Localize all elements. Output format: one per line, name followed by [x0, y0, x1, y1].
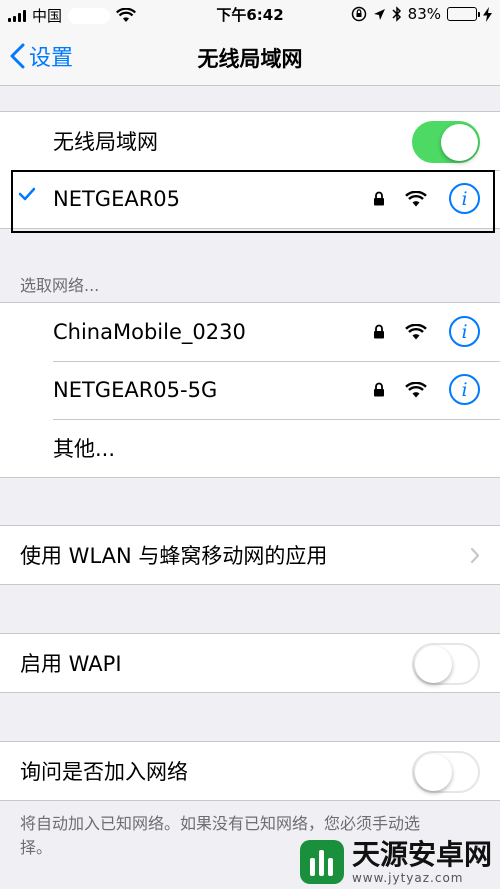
wifi-main-group: 无线局域网 NETGEAR05 i — [0, 111, 500, 229]
toggle-knob — [441, 124, 478, 161]
page-title: 无线局域网 — [197, 47, 303, 71]
available-networks-group: ChinaMobile_0230 i NETGEAR05-5G i 其他... — [0, 302, 500, 478]
network-row[interactable]: NETGEAR05-5G i — [0, 361, 500, 419]
wifi-toggle-switch[interactable] — [412, 121, 480, 163]
other-network-row[interactable]: 其他... — [0, 419, 500, 477]
info-button[interactable]: i — [449, 316, 480, 347]
toggle-knob — [415, 646, 452, 683]
network-icons: i — [373, 374, 480, 405]
wapi-label: 启用 WAPI — [20, 652, 122, 676]
charging-bolt-icon — [483, 6, 492, 22]
wifi-signal-icon — [405, 190, 427, 206]
info-button[interactable]: i — [449, 183, 480, 214]
watermark-url: www.jytyaz.com — [351, 871, 464, 885]
wifi-toggle-label: 无线局域网 — [53, 130, 158, 154]
wapi-row: 启用 WAPI — [0, 634, 500, 692]
ask-join-group: 询问是否加入网络 — [0, 741, 500, 801]
bluetooth-icon — [392, 6, 401, 22]
connected-network-row[interactable]: NETGEAR05 i — [0, 170, 500, 228]
wlan-apps-label: 使用 WLAN 与蜂窝移动网的应用 — [20, 544, 328, 568]
lock-icon — [374, 191, 384, 206]
wapi-toggle-switch[interactable] — [412, 643, 480, 685]
wapi-group: 启用 WAPI — [0, 633, 500, 693]
ask-join-row: 询问是否加入网络 — [0, 742, 500, 800]
network-row[interactable]: ChinaMobile_0230 i — [0, 303, 500, 361]
orientation-lock-icon — [351, 6, 366, 22]
network-name: NETGEAR05-5G — [53, 378, 218, 402]
ask-join-toggle-switch[interactable] — [412, 751, 480, 793]
wifi-signal-icon — [405, 381, 427, 397]
watermark: 天源安卓网 www.jytyaz.com — [299, 838, 492, 886]
wifi-toggle-row: 无线局域网 — [0, 112, 500, 170]
choose-network-header: 选取网络... — [20, 276, 100, 295]
wifi-signal-icon — [405, 323, 427, 339]
ask-join-label: 询问是否加入网络 — [20, 760, 188, 784]
wlan-apps-row[interactable]: 使用 WLAN 与蜂窝移动网的应用 — [0, 526, 500, 584]
wlan-apps-group: 使用 WLAN 与蜂窝移动网的应用 — [0, 525, 500, 585]
network-icons: i — [373, 316, 480, 347]
lock-icon — [374, 324, 384, 339]
network-name: ChinaMobile_0230 — [53, 320, 246, 344]
navigation-bar: 设置 无线局域网 — [0, 28, 500, 86]
toggle-knob — [415, 754, 452, 791]
checkmark-icon — [18, 187, 36, 201]
location-arrow-icon — [373, 8, 385, 20]
info-button[interactable]: i — [449, 374, 480, 405]
chevron-right-icon — [470, 547, 480, 564]
status-bar: 中国 下午6:42 83% — [0, 0, 500, 28]
lock-icon — [374, 382, 384, 397]
watermark-text: 天源安卓网 www.jytyaz.com — [351, 838, 492, 886]
connected-network-name: NETGEAR05 — [53, 187, 181, 211]
other-network-label: 其他... — [53, 437, 116, 461]
watermark-logo-icon — [299, 840, 344, 884]
connected-network-icons: i — [373, 183, 480, 214]
battery-icon — [447, 7, 480, 21]
battery-percent: 83% — [407, 5, 441, 23]
status-right: 83% — [351, 5, 492, 23]
watermark-title: 天源安卓网 — [351, 838, 492, 871]
